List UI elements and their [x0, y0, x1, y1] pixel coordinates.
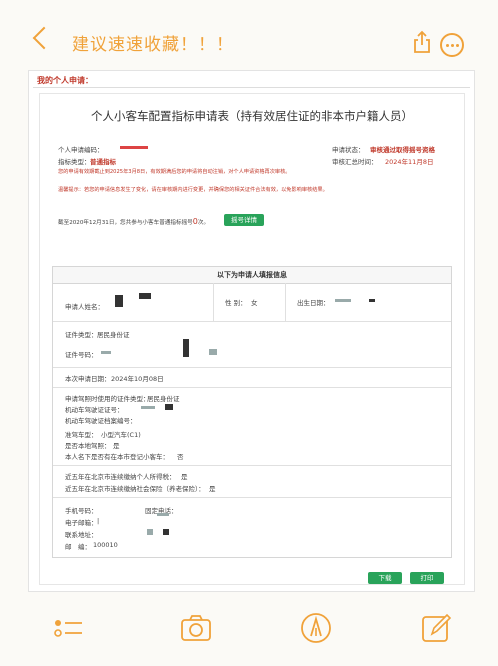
car-type-label: 准驾车型： [65, 431, 98, 439]
bottom-toolbar [0, 598, 498, 666]
tax-label: 近五年在北京市连续缴纳个人所得税： [65, 473, 176, 481]
gender-label: 性 别： [225, 299, 247, 307]
form-title: 个人小客车配置指标申请表（持有效居住证的非本市户籍人员） [91, 109, 413, 123]
share-icon[interactable] [412, 30, 432, 54]
download-button[interactable]: 下载 [368, 572, 402, 584]
document-screenshot: 我的个人申请： 个人小客车配置指标申请表（持有效居住证的非本市户籍人员） 个人申… [28, 70, 475, 592]
redacted-address [147, 529, 153, 535]
id-no-label: 证件号码： [65, 351, 98, 359]
note-title: 建议速速收藏！！！ [72, 35, 234, 55]
id-type-label: 证件类型： [65, 331, 98, 339]
summary-value: 2024年11月8日 [385, 158, 434, 166]
redacted-name-2 [139, 293, 151, 299]
section-label: 我的个人申请： [37, 75, 93, 85]
top-bar: 建议速速收藏！！！ [0, 0, 498, 70]
name-label: 申请人姓名： [65, 303, 104, 311]
id-type-value: 居民身份证 [97, 331, 130, 339]
row-divider [53, 321, 451, 322]
cell-divider [213, 283, 214, 321]
redacted-id [101, 351, 111, 354]
row-divider [53, 497, 451, 498]
apply-date-value: 2024年10月08日 [111, 375, 164, 383]
summary-label: 审核汇总时间： [332, 158, 378, 166]
postcode-value: 100010 [93, 541, 118, 549]
apply-date-label: 本次申请日期： [65, 375, 111, 383]
lottery-detail-button[interactable]: 摇号详情 [224, 214, 264, 226]
row-divider [53, 465, 451, 466]
address-label: 联系地址： [65, 531, 98, 539]
phone-label: 手机号码： [65, 507, 98, 515]
print-button[interactable]: 打印 [410, 572, 444, 584]
car-type-value: 小型汽车(C1) [101, 431, 141, 439]
email-label: 电子邮箱： [65, 519, 98, 527]
redacted-code [120, 146, 148, 149]
divider [33, 87, 470, 88]
birth-label: 出生日期： [297, 299, 330, 307]
redacted-license [141, 406, 155, 409]
redacted-name [115, 295, 123, 307]
table-header: 以下为申请人填报信息 [53, 267, 451, 284]
camera-icon[interactable] [180, 612, 212, 644]
has-car-label: 本人名下是否有在本市登记小客车： [65, 453, 169, 461]
status-label: 申请状态： [332, 146, 365, 154]
local-license-label: 是否本地驾照： [65, 442, 111, 450]
redacted-birth-2 [369, 299, 375, 302]
row-divider [53, 387, 451, 388]
insurance-label: 近五年在北京市连续缴纳社会保险（养老保险）： [65, 485, 205, 493]
edit-icon[interactable] [420, 612, 452, 644]
local-license-value: 是 [113, 442, 120, 450]
type-value: 普通指标 [90, 158, 116, 166]
email-value: | [97, 517, 100, 525]
redacted-id-2 [183, 339, 189, 357]
tax-value: 是 [181, 473, 188, 481]
redacted-id-3 [209, 349, 217, 355]
checklist-icon[interactable] [52, 612, 84, 644]
redacted-birth [335, 299, 351, 302]
redacted-phone [157, 513, 169, 516]
back-chevron-icon[interactable] [32, 26, 56, 50]
status-value: 审核通过取得摇号资格 [370, 146, 435, 154]
license-archive-label: 机动车驾驶证档案编号： [65, 417, 137, 425]
applicant-info-table: 以下为申请人填报信息 申请人姓名： 性 别： 女 出生日期： 证件类型： 居民身… [52, 266, 452, 558]
warm-tip: 温馨提示：若您的申请信息发生了变化，请在审核期内进行变更，并确保您的相关证件合法… [58, 187, 328, 193]
more-options-icon[interactable] [440, 33, 464, 57]
insurance-value: 是 [209, 485, 216, 493]
pen-icon[interactable] [300, 612, 332, 644]
row-divider [53, 367, 451, 368]
has-car-value: 否 [177, 453, 184, 461]
redacted-address-2 [163, 529, 169, 535]
lottery-note: 截至2020年12月31日，您共参与小客车普通指标摇号0次。 [58, 217, 210, 226]
applicant-code-label: 个人申请编码： [58, 146, 104, 154]
license-no-label: 机动车驾驶证证号： [65, 406, 124, 414]
cell-divider [285, 283, 286, 321]
postcode-label: 邮 编： [65, 543, 91, 551]
redacted-license-2 [165, 404, 173, 410]
gender-value: 女 [251, 299, 258, 307]
application-panel: 个人小客车配置指标申请表（持有效居住证的非本市户籍人员） 个人申请编码： 申请状… [39, 93, 465, 585]
valid-note: 您的申请有效期截止到2025年3月8日，有效期满后您的申请将自动注销，对个人申请… [58, 169, 291, 175]
license-type-label: 申请驾照时使用的证件类型： [65, 395, 150, 403]
license-type-value: 居民身份证 [147, 395, 180, 403]
type-label: 指标类型： [58, 158, 91, 166]
